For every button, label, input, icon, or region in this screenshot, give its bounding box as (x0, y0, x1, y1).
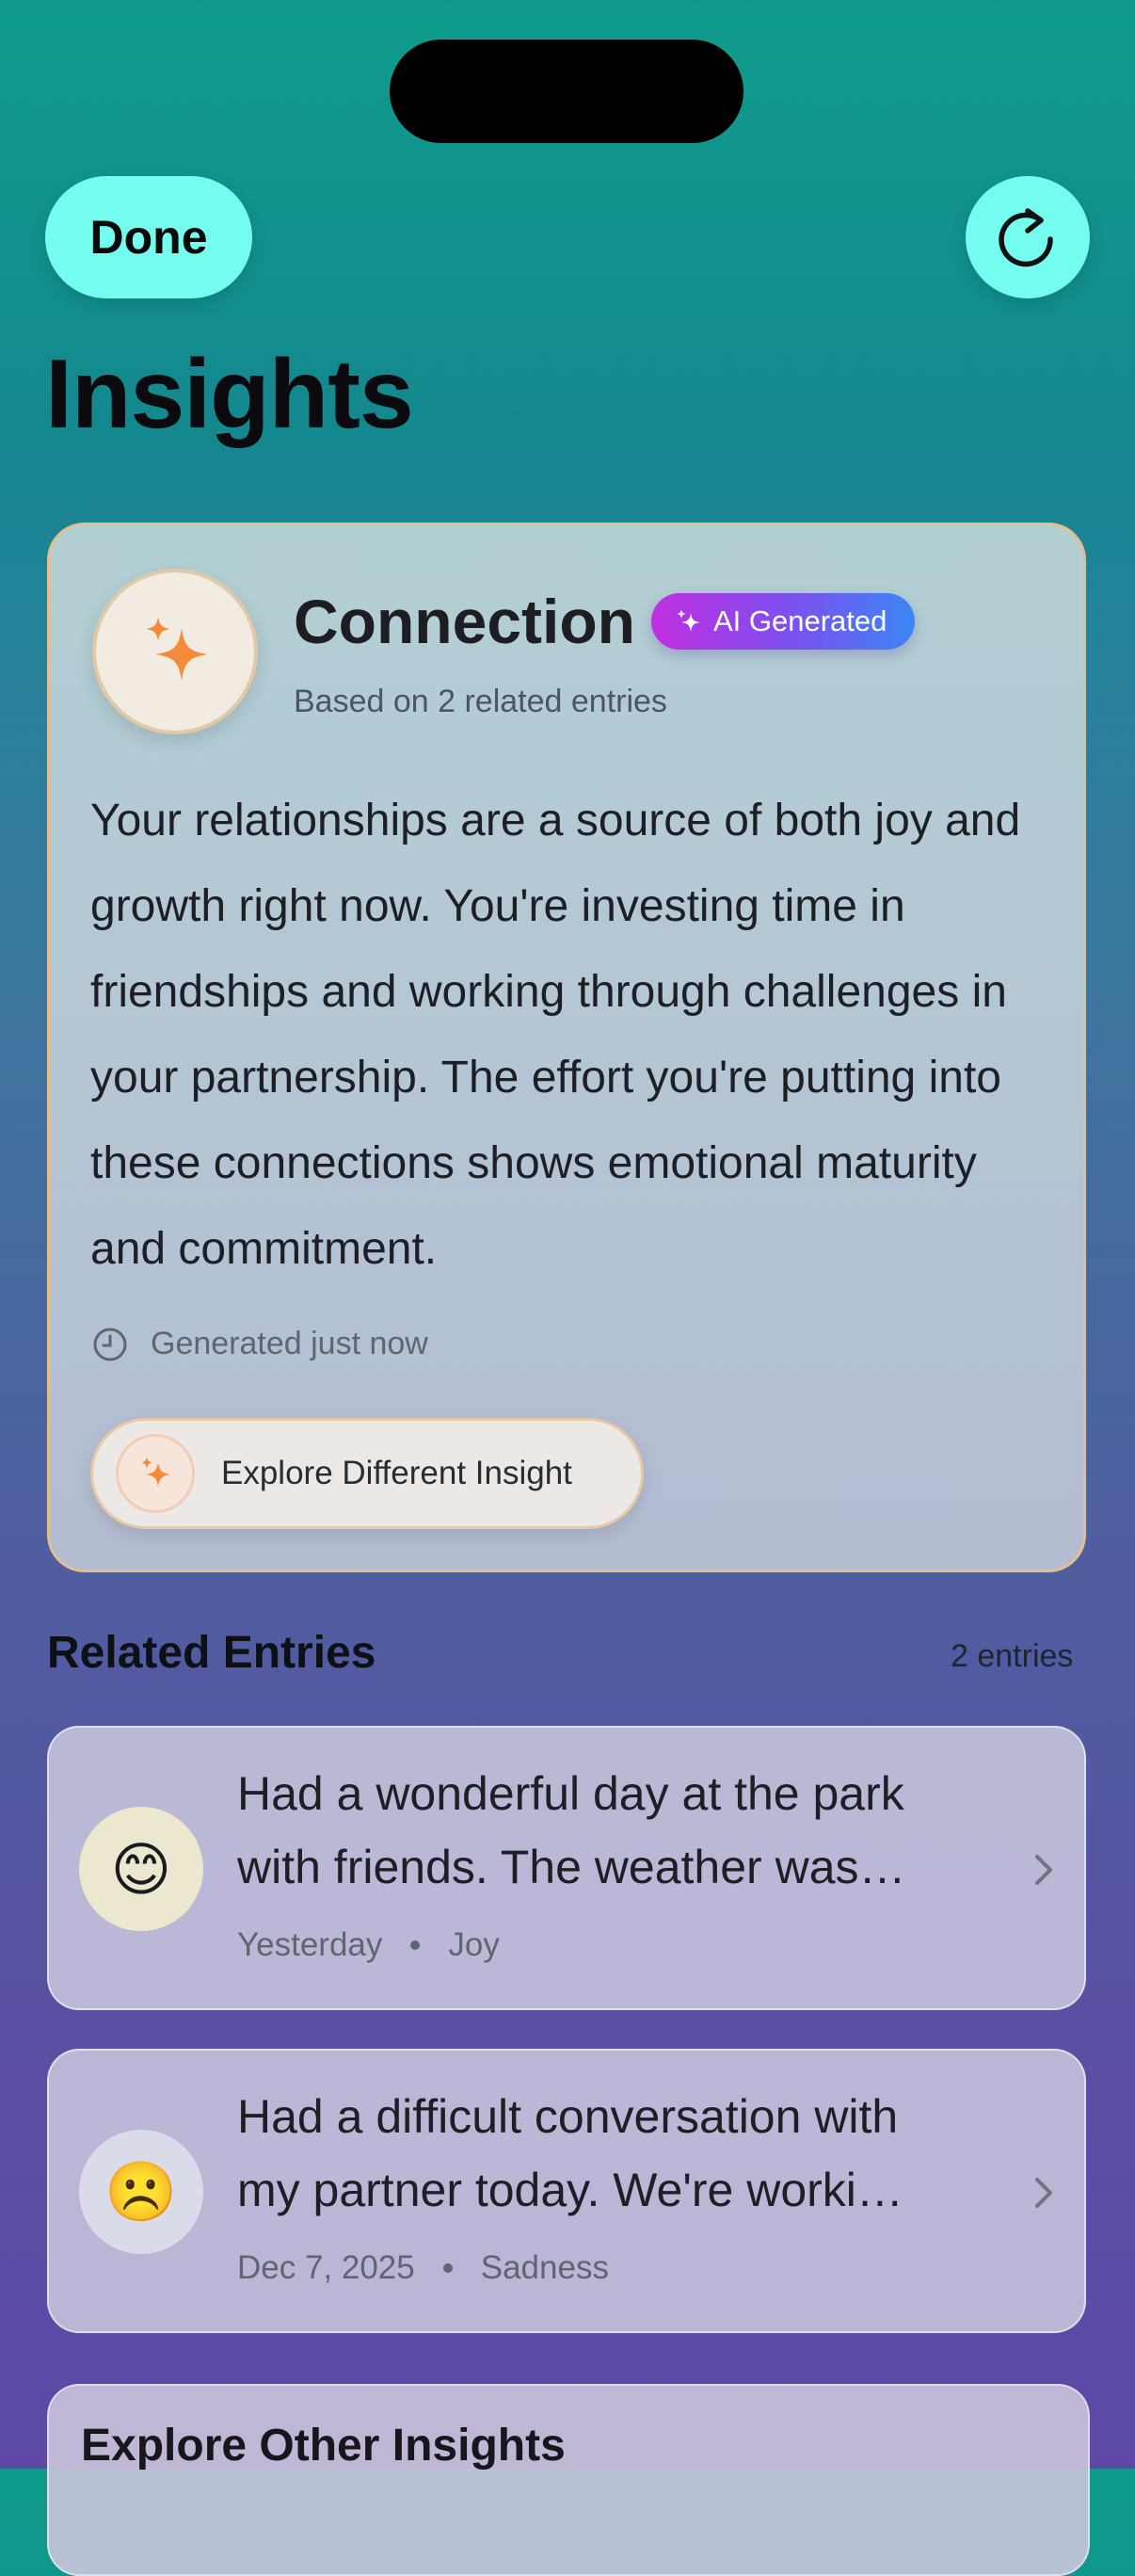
refresh-button[interactable] (966, 176, 1090, 298)
entry-preview-text: Had a wonderful day at the park with fri… (237, 1767, 906, 1893)
explore-other-insights-card (47, 2384, 1090, 2576)
insight-title: Connection (294, 587, 635, 656)
entry-preview-text: Had a difficult conversation with my par… (237, 2090, 903, 2216)
clock-icon (93, 1328, 127, 1360)
dynamic-island (390, 40, 743, 143)
refresh-icon (999, 208, 1053, 267)
sparkle-icon (677, 609, 700, 632)
related-entries-count: 2 entries (951, 1638, 1074, 1674)
sparkles-icon (146, 617, 208, 681)
done-button[interactable]: Done (45, 176, 252, 298)
separator-dot (442, 2263, 453, 2273)
entry-mood: Sadness (480, 2249, 609, 2286)
explore-other-insights-title: Explore Other Insights (81, 2421, 566, 2471)
generated-row: Generated just now (92, 1326, 428, 1362)
generated-label: Generated just now (151, 1326, 428, 1361)
insight-body: Your relationships are a source of both … (90, 796, 1021, 1274)
entry-mood: Joy (448, 1926, 500, 1963)
entry-date: Yesterday (237, 1926, 383, 1963)
page-title: Insights (45, 340, 414, 449)
explore-different-insight-label: Explore Different Insight (221, 1455, 572, 1491)
done-button-label: Done (89, 211, 208, 264)
ai-badge-label: AI Generated (713, 604, 887, 637)
entry-meta: Dec 7, 2025 Sadness (237, 2249, 609, 2287)
ai-generated-badge: AI Generated (651, 593, 916, 650)
chevron-right-icon (1035, 2178, 1052, 2208)
entry-meta: Yesterday Joy (237, 1926, 500, 1964)
insight-subtitle: Based on 2 related entries (294, 684, 667, 719)
explore-different-insight-button[interactable]: Explore Different Insight (90, 1418, 644, 1529)
entry-date: Dec 7, 2025 (237, 2249, 415, 2286)
separator-dot (410, 1940, 421, 1950)
explore-icon-circle (116, 1434, 195, 1513)
entry-mood-emoji: 😊 (79, 1807, 203, 1931)
sparkles-icon (141, 1457, 170, 1487)
related-entries-title: Related Entries (47, 1628, 376, 1678)
chevron-right-icon (1035, 1855, 1052, 1885)
entry-mood-emoji: ☹️ (79, 2130, 203, 2254)
insight-icon-circle (92, 569, 258, 734)
